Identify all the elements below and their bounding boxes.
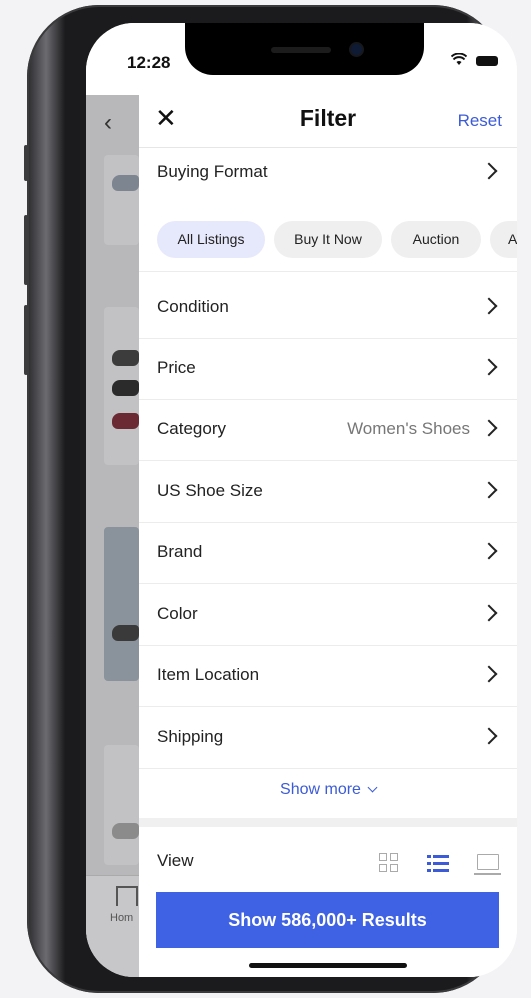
front-camera	[351, 44, 362, 55]
filter-row-label: Color	[157, 604, 198, 623]
chevron-down-icon	[367, 782, 378, 793]
home-indicator	[249, 963, 407, 968]
filter-row-price[interactable]: Price	[139, 338, 517, 400]
volume-up-button	[24, 215, 28, 285]
wifi-icon	[450, 52, 468, 71]
notch	[185, 23, 424, 75]
filter-row-value: Women's Shoes	[347, 419, 470, 438]
filter-row-brand[interactable]: Brand	[139, 522, 517, 584]
chevron-right-icon	[480, 604, 498, 622]
speaker-grille	[271, 47, 331, 53]
gallery-view-icon[interactable]	[474, 854, 501, 875]
grid-view-icon[interactable]	[379, 853, 399, 873]
shoe-thumbnail	[112, 625, 139, 641]
back-icon[interactable]: ‹	[104, 109, 112, 137]
shoe-thumbnail	[112, 350, 139, 366]
filter-row-us-shoe-size[interactable]: US Shoe Size	[139, 461, 517, 523]
buying-format-chips: All Listings Buy It Now Auction A	[139, 221, 517, 261]
chevron-right-icon	[480, 162, 498, 180]
chevron-right-icon	[480, 542, 498, 560]
shoe-thumbnail	[112, 175, 139, 191]
listing-photo	[104, 527, 139, 681]
section-divider	[139, 818, 517, 827]
listing-card	[104, 745, 139, 865]
filter-row-label: Brand	[157, 542, 203, 561]
chevron-right-icon	[480, 727, 498, 745]
chip-partial[interactable]: A	[490, 221, 517, 258]
show-results-button[interactable]: Show 586,000+ Results	[156, 892, 499, 948]
chip-all-listings[interactable]: All Listings	[157, 221, 265, 258]
filter-row-category[interactable]: Category Women's Shoes	[139, 399, 517, 461]
filter-row-label: Shipping	[157, 727, 224, 746]
filter-row-item-location[interactable]: Item Location	[139, 645, 517, 707]
shoe-thumbnail	[112, 823, 139, 839]
battery-icon	[476, 56, 498, 66]
status-time: 12:28	[127, 53, 171, 72]
chevron-right-icon	[480, 481, 498, 499]
show-more-button[interactable]: Show more	[139, 781, 517, 799]
buying-format-row[interactable]: Buying Format	[139, 148, 517, 206]
phone-frame: 12:28 ‹ Hom ✕ Filter Reset Buying Format…	[24, 5, 517, 993]
home-icon	[116, 886, 138, 906]
tab-bar-home[interactable]: Hom	[86, 875, 139, 977]
filter-row-shipping[interactable]: Shipping	[139, 707, 517, 769]
shoe-thumbnail	[112, 413, 139, 429]
list-view-icon[interactable]	[427, 855, 449, 873]
filter-panel: ✕ Filter Reset Buying Format All Listing…	[139, 95, 517, 977]
chevron-right-icon	[480, 297, 498, 315]
filter-row-label: Condition	[157, 297, 229, 316]
filter-row-label: Item Location	[157, 665, 260, 684]
filter-row-color[interactable]: Color	[139, 584, 517, 646]
buying-format-label: Buying Format	[157, 162, 268, 181]
filter-header: ✕ Filter Reset	[139, 95, 517, 148]
filter-row-condition[interactable]: Condition	[139, 277, 517, 339]
background-listing-page: ‹ Hom	[86, 95, 139, 977]
chevron-right-icon	[480, 665, 498, 683]
screen: 12:28 ‹ Hom ✕ Filter Reset Buying Format…	[86, 23, 517, 977]
view-label: View	[157, 851, 194, 870]
volume-down-button	[24, 305, 28, 375]
mute-switch	[24, 145, 28, 181]
chip-buy-it-now[interactable]: Buy It Now	[274, 221, 382, 258]
filter-row-label: Price	[157, 358, 196, 377]
filter-row-label: US Shoe Size	[157, 481, 263, 500]
chevron-right-icon	[480, 419, 498, 437]
reset-button[interactable]: Reset	[458, 111, 502, 131]
listing-card	[104, 155, 139, 245]
chip-auction[interactable]: Auction	[391, 221, 481, 258]
shoe-thumbnail	[112, 380, 139, 396]
tab-home-label: Hom	[110, 912, 134, 924]
show-more-label: Show more	[280, 781, 361, 798]
filter-row-label: Category	[157, 419, 226, 438]
chevron-right-icon	[480, 358, 498, 376]
